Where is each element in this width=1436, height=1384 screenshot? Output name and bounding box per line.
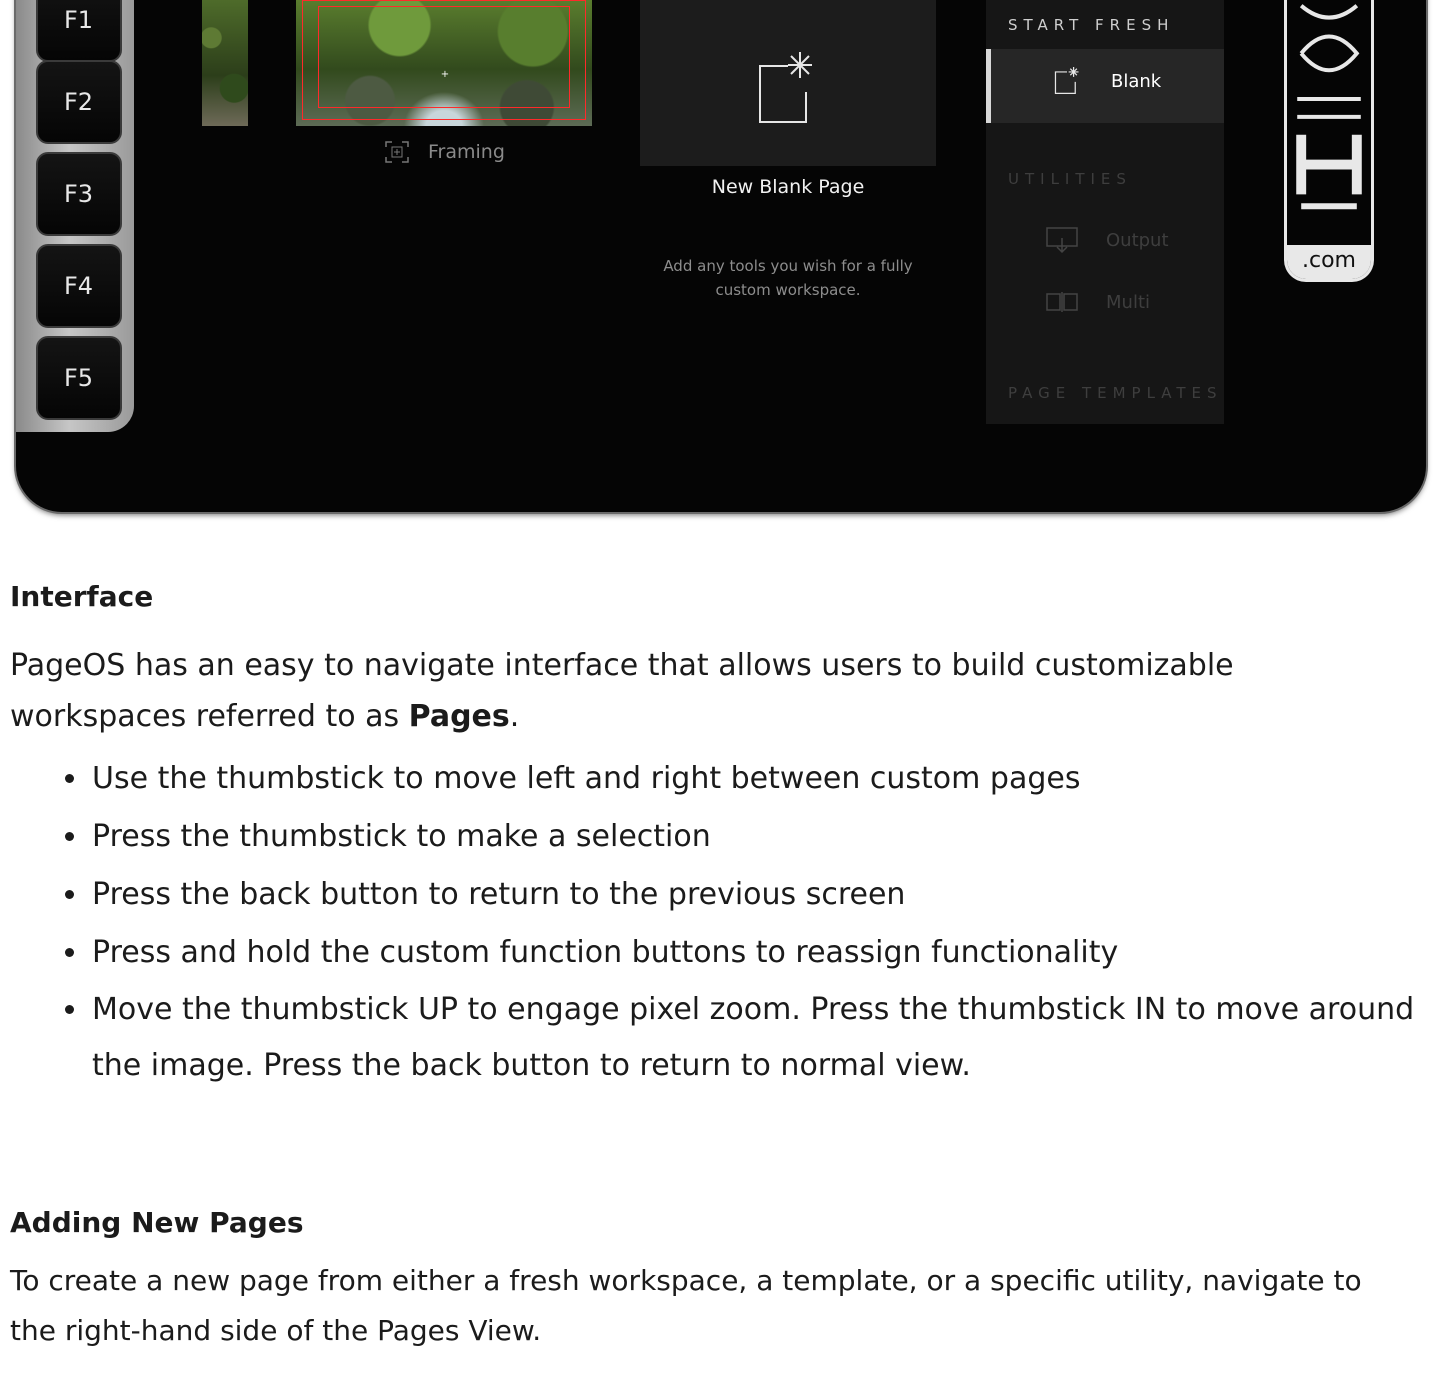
brand-logo-mark xyxy=(1296,4,1362,210)
page-templates-heading: PAGE TEMPLATES xyxy=(1008,384,1223,402)
multi-view-icon xyxy=(1046,292,1078,312)
output-option-label: Output xyxy=(1106,229,1169,251)
smallhd-logo: .com xyxy=(1284,0,1374,282)
f4-button[interactable]: F4 xyxy=(36,244,122,328)
article-content: Interface PageOS has an easy to navigate… xyxy=(10,580,1414,1347)
brand-domain-suffix: .com xyxy=(1287,245,1371,279)
list-item: Press the thumbstick to make a selection xyxy=(90,808,1420,866)
f2-button[interactable]: F2 xyxy=(36,60,122,144)
new-blank-page-card[interactable] xyxy=(640,0,936,166)
add-page-panel: START FRESH Blank UTILITIES Output Multi… xyxy=(986,0,1224,424)
multi-option[interactable]: Multi xyxy=(1046,288,1150,316)
frame-guide-inner xyxy=(318,6,570,108)
list-item: Press the back button to return to the p… xyxy=(90,866,1420,924)
f3-button[interactable]: F3 xyxy=(36,152,122,236)
utilities-heading: UTILITIES xyxy=(1008,170,1132,188)
output-option[interactable]: Output xyxy=(1046,226,1169,254)
f1-button[interactable]: F1 xyxy=(36,0,122,62)
start-fresh-heading: START FRESH xyxy=(1008,16,1175,34)
monitor-device: F1 F2 F3 F4 F5 + Framing New Blank Page … xyxy=(16,0,1426,512)
new-blank-page-description: Add any tools you wish for a fully custo… xyxy=(663,257,913,299)
blank-option[interactable]: Blank xyxy=(986,49,1224,123)
blank-page-small-icon xyxy=(1054,67,1079,94)
blank-option-label: Blank xyxy=(1111,70,1162,92)
page-thumbnail-partial[interactable] xyxy=(202,0,248,126)
list-item: Use the thumbstick to move left and righ… xyxy=(90,750,1420,808)
interface-intro: PageOS has an easy to navigate interface… xyxy=(10,648,1234,734)
framing-page-thumbnail[interactable]: + xyxy=(296,0,592,126)
adding-pages-heading: Adding New Pages xyxy=(10,1206,304,1239)
multi-option-label: Multi xyxy=(1106,291,1150,313)
function-key-bezel: F1 F2 F3 F4 F5 xyxy=(16,0,134,432)
list-item: Press and hold the custom function butto… xyxy=(90,924,1420,982)
interface-heading: Interface xyxy=(10,580,154,613)
output-icon xyxy=(1046,227,1078,254)
framing-icon xyxy=(385,141,409,163)
navigation-tips-list: Use the thumbstick to move left and righ… xyxy=(10,750,1420,1094)
framing-label: Framing xyxy=(384,140,505,164)
blank-page-icon xyxy=(759,52,812,123)
f5-button[interactable]: F5 xyxy=(36,336,122,420)
center-crosshair-icon: + xyxy=(440,69,450,80)
list-item: Move the thumbstick UP to engage pixel z… xyxy=(90,982,1420,1094)
adding-pages-text: To create a new page from either a fresh… xyxy=(10,1264,1362,1347)
new-blank-page-title: New Blank Page xyxy=(711,176,865,198)
